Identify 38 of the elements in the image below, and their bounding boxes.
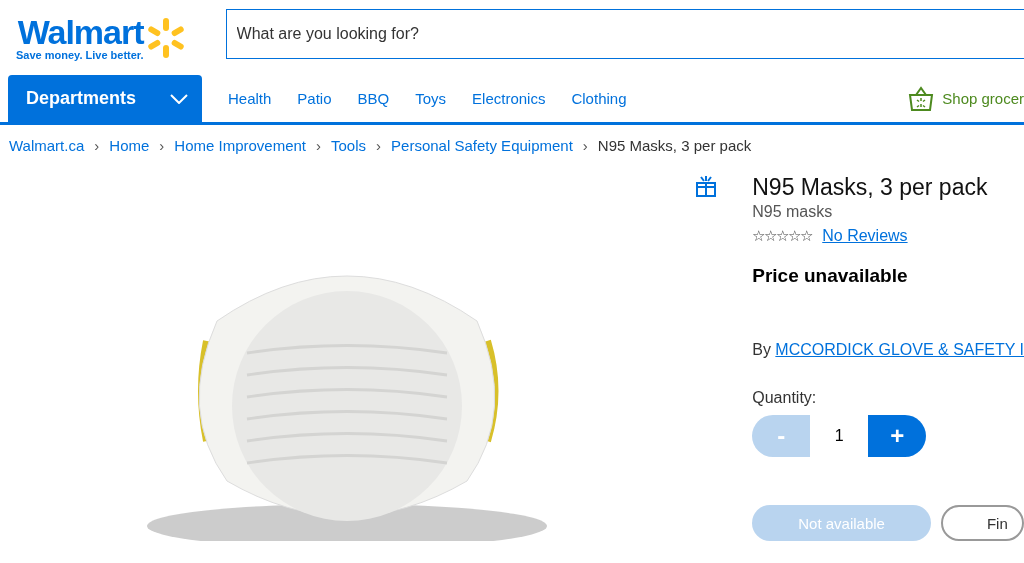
breadcrumb-link[interactable]: Home [109,137,150,154]
quantity-label: Quantity: [752,389,818,407]
breadcrumb-link[interactable]: Walmart.ca [9,137,85,154]
nav-link[interactable]: Toys [415,75,447,122]
nav-link[interactable]: BBQ [357,75,390,122]
secondary-button[interactable]: Fin [940,505,1024,541]
logo-tagline: Save money. Live better. [16,48,144,61]
by-label: By [752,341,771,358]
breadcrumb-separator: › [94,137,100,154]
breadcrumb-link[interactable]: Home Improvement [174,137,307,154]
walmart-logo[interactable]: Walmart Save money. Live better. [16,14,186,61]
nav-link[interactable]: Patio [297,75,332,122]
chevron-down-icon [170,93,188,104]
breadcrumb-link[interactable]: Tools [331,137,367,154]
increment-button[interactable]: + [868,415,927,457]
current-page-text: N95 Masks, 3 per pack [597,137,752,154]
nav-link[interactable]: Clothing [571,75,627,122]
star-rating: ☆☆☆☆☆ [752,227,813,245]
departments-button[interactable]: Departments [8,75,202,122]
product-title: N95 Masks, 3 per pack [752,174,989,201]
search-field[interactable]: What are you looking for? [225,8,1024,59]
nav-link[interactable]: Health [228,75,272,122]
spark-icon [145,15,186,60]
breadcrumb-separator: › [316,137,322,154]
logo-wordmark: Walmart [17,14,144,49]
basket-icon [908,85,935,112]
reviews-link[interactable]: No Reviews [822,227,908,245]
nav-link[interactable]: Electronics [472,75,546,122]
seller-link[interactable]: MCCORDICK GLOVE & SAFETY I [775,341,1024,358]
breadcrumb-separator: › [376,137,382,154]
breadcrumb-separator: › [159,137,165,154]
breadcrumb-link[interactable]: Personal Safety Equipment [391,137,573,154]
price-text: Price unavailable [752,265,909,287]
quantity-value: 1 [833,427,845,445]
breadcrumb-separator: › [582,137,588,154]
shop-grocery-link[interactable]: Shop grocer [942,90,1024,107]
gift-icon[interactable] [694,174,717,198]
product-subtitle: N95 masks [752,203,834,221]
